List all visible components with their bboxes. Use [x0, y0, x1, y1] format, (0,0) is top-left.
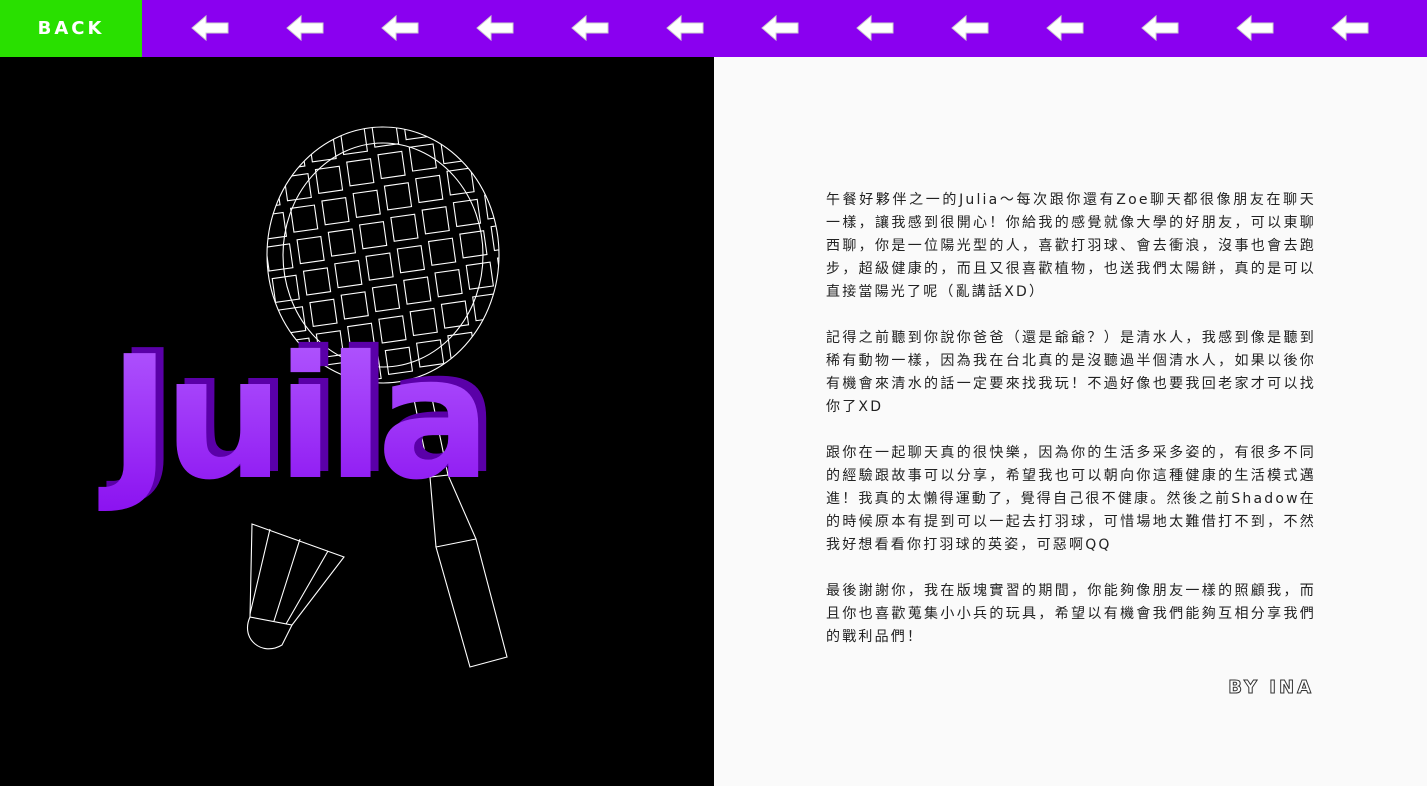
left-arrow-icon [1046, 14, 1084, 42]
left-arrow-icon [1236, 14, 1274, 42]
arrow-strip [142, 0, 1427, 57]
left-arrow-icon [381, 14, 419, 42]
letter-panel: 午餐好夥伴之一的Julia～每次跟你還有Zoe聊天都很像朋友在聊天一樣，讓我感到… [714, 57, 1427, 786]
left-arrow-icon [476, 14, 514, 42]
letter-paragraph: 記得之前聽到你說你爸爸（還是爺爺？）是清水人，我感到像是聽到稀有動物一樣，因為我… [826, 330, 1316, 415]
hero-artwork-panel: Juila Juila [0, 57, 714, 786]
shuttlecock-icon [247, 523, 345, 650]
hero-artwork: Juila Juila [98, 126, 508, 668]
letter-paragraph: 跟你在一起聊天真的很快樂，因為你的生活多采多姿的，有很多不同的經驗跟故事可以分享… [826, 445, 1316, 553]
left-arrow-icon [761, 14, 799, 42]
letter-paragraph: 最後謝謝你，我在版塊實習的期間，你能夠像朋友一樣的照顧我，而且你也喜歡蒐集小小兵… [826, 583, 1316, 645]
top-navigation-bar: BACK [0, 0, 1427, 57]
left-arrow-icon [951, 14, 989, 42]
signature: BY INA [1228, 677, 1314, 699]
left-arrow-icon [191, 14, 229, 42]
hero-title-3d: Juila Juila [98, 314, 500, 518]
letter-paragraph: 午餐好夥伴之一的Julia～每次跟你還有Zoe聊天都很像朋友在聊天一樣，讓我感到… [826, 192, 1316, 300]
hero-title: Juila [98, 320, 484, 518]
left-arrow-icon [571, 14, 609, 42]
left-arrow-icon [856, 14, 894, 42]
back-button[interactable]: BACK [0, 0, 142, 57]
left-arrow-icon [286, 14, 324, 42]
left-arrow-icon [666, 14, 704, 42]
left-arrow-icon [1141, 14, 1179, 42]
left-arrow-icon [1331, 14, 1369, 42]
letter-body: 午餐好夥伴之一的Julia～每次跟你還有Zoe聊天都很像朋友在聊天一樣，讓我感到… [826, 189, 1316, 672]
